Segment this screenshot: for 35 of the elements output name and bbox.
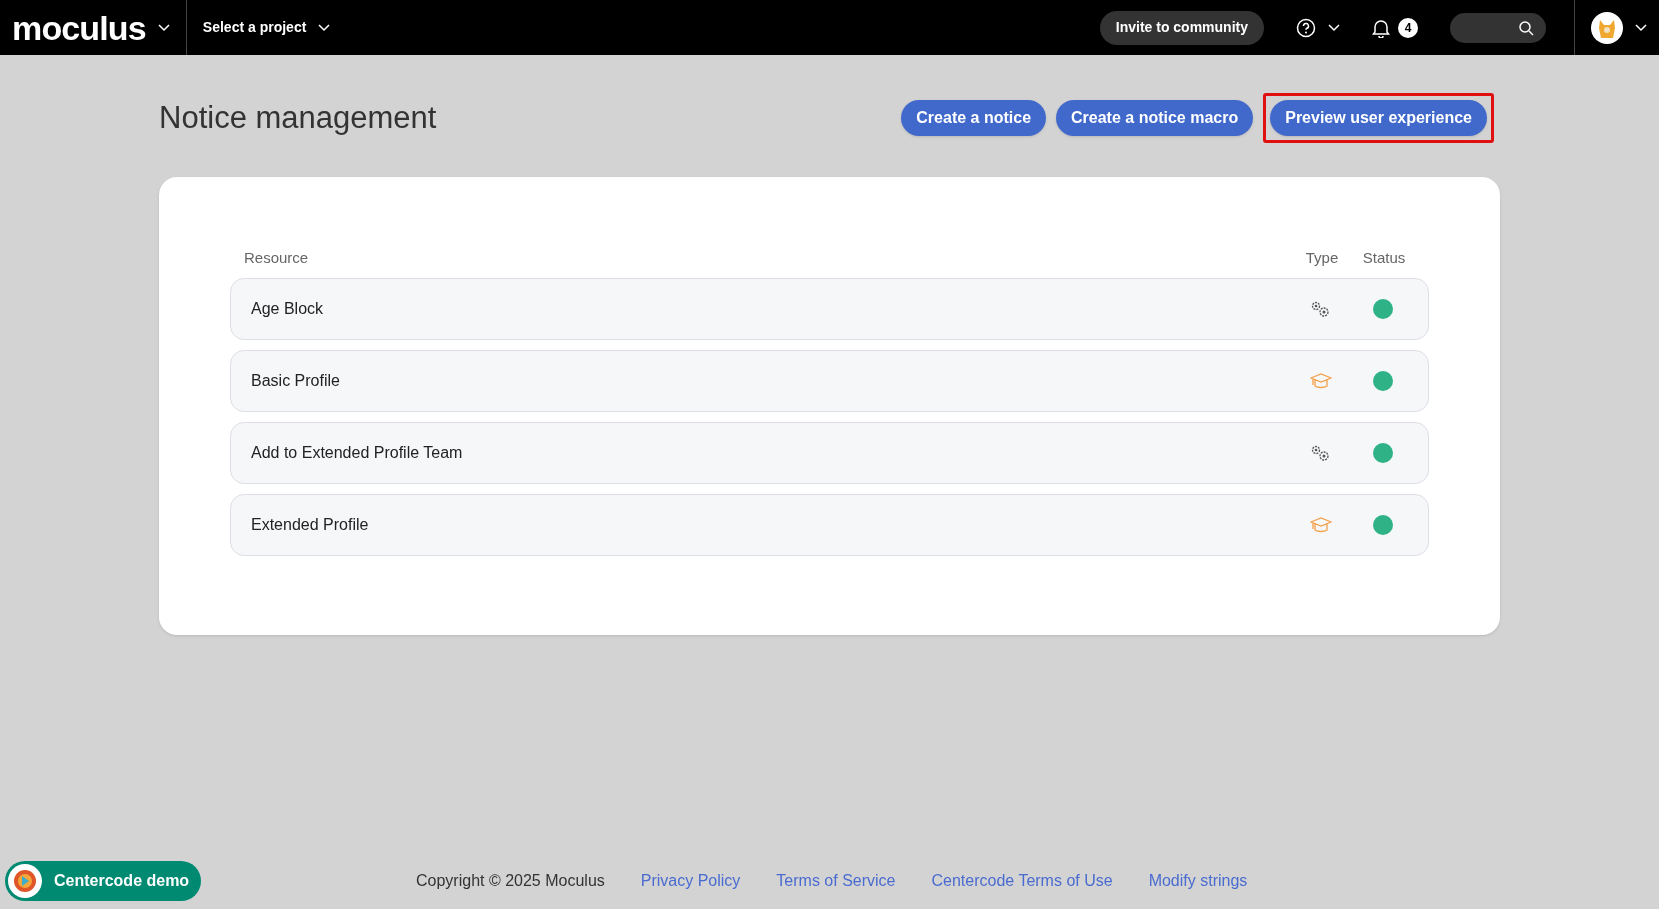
bell-icon[interactable] bbox=[1372, 17, 1390, 38]
column-header: Type bbox=[1304, 248, 1340, 268]
footer-link[interactable]: Modify strings bbox=[1148, 869, 1248, 893]
action-button[interactable]: Preview user experience bbox=[1270, 100, 1487, 136]
resource-row[interactable]: Extended Profile bbox=[230, 493, 1429, 556]
demo-badge[interactable]: Centercode demo bbox=[5, 861, 201, 901]
logo[interactable]: moculus bbox=[12, 10, 146, 45]
project-selector[interactable]: Select a project bbox=[202, 17, 331, 38]
logo-icon bbox=[8, 864, 42, 898]
copyright-text: Copyright © 2025 Moculus bbox=[416, 871, 605, 891]
avatar-icon[interactable] bbox=[1591, 11, 1623, 44]
resource-row[interactable]: Basic Profile bbox=[230, 349, 1429, 412]
chevron-down-icon bbox=[318, 23, 331, 32]
help-icon[interactable] bbox=[1296, 17, 1316, 38]
chevron-down-icon[interactable] bbox=[1328, 23, 1340, 32]
action-button[interactable]: Create a notice bbox=[901, 100, 1047, 136]
resource-name: Add to Extended Profile Team bbox=[251, 442, 464, 463]
resource-name: Extended Profile bbox=[251, 514, 370, 535]
footer-link[interactable]: Terms of Service bbox=[776, 869, 896, 893]
action-button[interactable]: Create a notice macro bbox=[1056, 100, 1254, 136]
footer-link[interactable]: Centercode Terms of Use bbox=[931, 869, 1113, 893]
column-header: Resource bbox=[244, 248, 310, 268]
chevron-down-icon[interactable] bbox=[1635, 23, 1647, 32]
chevron-down-icon[interactable] bbox=[157, 23, 170, 32]
page-title: Notice management bbox=[159, 98, 437, 137]
search-field[interactable] bbox=[1450, 12, 1546, 43]
footer-link[interactable]: Privacy Policy bbox=[640, 869, 741, 893]
resource-row[interactable]: Age Block bbox=[230, 277, 1429, 340]
column-header: Status bbox=[1361, 248, 1407, 268]
search-icon bbox=[1518, 19, 1534, 36]
resource-name: Basic Profile bbox=[251, 370, 341, 391]
invite-button[interactable]: Invite to community bbox=[1099, 10, 1264, 45]
resource-row[interactable]: Add to Extended Profile Team bbox=[230, 421, 1429, 484]
resource-name: Age Block bbox=[251, 298, 325, 319]
notification-count: 4 bbox=[1398, 17, 1418, 38]
